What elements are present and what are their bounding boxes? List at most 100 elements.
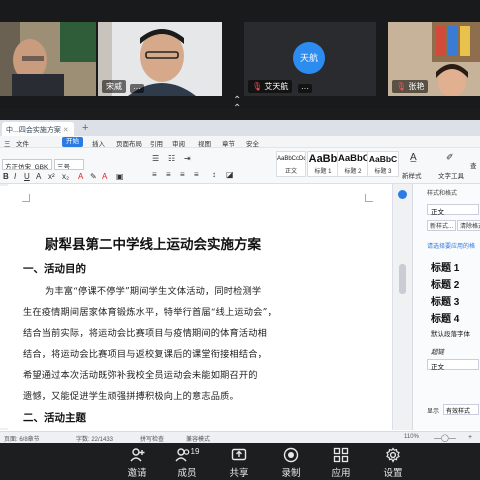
style-list-heading-1[interactable]: 标题 1 (431, 259, 459, 274)
mic-muted-icon: 🎙 (252, 82, 263, 91)
zoom-level[interactable]: 110% (404, 434, 419, 440)
align-left-icon[interactable]: ≡ (152, 170, 157, 179)
underline-icon[interactable]: U (24, 172, 30, 181)
font-size-select[interactable]: 三号 (54, 159, 84, 170)
vertical-scrollbar[interactable] (392, 184, 412, 430)
shading-icon[interactable]: ◪ (226, 170, 234, 179)
font-color-red-icon[interactable]: A (102, 172, 107, 181)
word-count[interactable]: 字数: 22/1433 (76, 434, 113, 443)
meeting-control-bar: 邀请 19 成员 共享 录制 应用 设置 (0, 443, 480, 480)
style-heading-3[interactable]: AaBbC 标题 3 (367, 151, 399, 177)
record-label: 录制 (281, 468, 301, 479)
apps-icon (316, 445, 366, 465)
record-button[interactable]: 录制 (266, 445, 316, 479)
menu-file[interactable]: 文件 (16, 138, 29, 148)
line-spacing-icon[interactable]: ↕ (212, 170, 216, 179)
location-icon[interactable] (398, 190, 407, 199)
align-right-icon[interactable]: ≡ (180, 170, 185, 179)
zoom-in-icon[interactable]: + (468, 434, 472, 441)
menu-security[interactable]: 安全 (246, 138, 259, 148)
menu-view[interactable]: 视图 (198, 138, 211, 148)
style-list-heading-3[interactable]: 标题 3 (431, 293, 459, 308)
document-tab-title: 中...四会实施方案 (6, 127, 61, 134)
menu-page-layout[interactable]: 页面布局 (116, 138, 142, 148)
paragraph-line: 为丰富“停课不停学”期间学生文体活动，同时检测学 (45, 286, 262, 297)
indent-icon[interactable]: ⇥ (184, 154, 191, 163)
font-color-icon[interactable]: A (36, 172, 41, 181)
justify-icon[interactable]: ≡ (194, 170, 199, 179)
highlight-icon[interactable]: ✎ (90, 172, 97, 181)
styles-panel-title: 样式和格式 (427, 191, 458, 197)
italic-icon[interactable]: I (14, 172, 16, 181)
numbered-list-icon[interactable]: ☷ (168, 154, 175, 163)
close-icon[interactable]: ✕ (63, 127, 69, 134)
page-corner-mark (22, 194, 30, 202)
new-style-panel-button[interactable]: 新样式... (427, 220, 457, 231)
current-style-field[interactable]: 正文 (427, 204, 479, 216)
menu-chapter[interactable]: 章节 (222, 138, 235, 148)
style-list-normal[interactable]: 正文 (427, 359, 479, 371)
more-options-icon[interactable]: ··· (298, 84, 312, 93)
new-tab-icon[interactable]: + (82, 122, 88, 134)
settings-button[interactable]: 设置 (368, 445, 418, 479)
new-style-button[interactable]: 新样式 (402, 170, 422, 180)
paragraph-line: 结合当前实际，将运动会比赛项目与疫情期间的体育活动相 (23, 328, 268, 339)
participant-name: 🎙 张艳 (392, 80, 429, 93)
styles-panel: 样式和格式 正文 新样式... 清除格式 请选择要应用的格 标题 1 标题 2 … (412, 184, 480, 430)
new-style-icon[interactable]: A̲ (410, 152, 417, 163)
bullet-list-icon[interactable]: ☰ (152, 154, 159, 163)
share-button[interactable]: 共享 (214, 445, 264, 479)
style-heading-2[interactable]: AaBbC 标题 2 (337, 151, 369, 177)
members-label: 成员 (177, 468, 197, 479)
more-options-icon[interactable]: ··· (130, 84, 144, 93)
style-heading-1[interactable]: AaBb 标题 1 (307, 151, 339, 177)
paragraph-line: 生在疫情期间居家体育锻炼水平，特举行首届“线上运动会”， (23, 307, 277, 318)
section-heading-1: 一、活动目的 (23, 263, 86, 275)
invite-button[interactable]: 邀请 (112, 445, 162, 479)
participant-video-1 (0, 22, 96, 96)
spell-check[interactable]: 拼写检查 (140, 434, 164, 443)
text-effect-icon[interactable]: A (78, 172, 83, 181)
compat-mode: 兼容模式 (186, 437, 211, 443)
scroll-thumb[interactable] (399, 264, 406, 294)
text-tools-icon[interactable]: ✐ (446, 152, 454, 163)
show-label: 显示 (427, 409, 440, 415)
menu-review[interactable]: 审阅 (172, 138, 185, 148)
shared-screen: 中...四会实施方案 ✕ + 三 文件 开始 插入 页面布局 引用 审阅 视图 … (0, 120, 480, 443)
menu-toggle-icon[interactable]: 三 (4, 138, 11, 148)
style-list-default-font[interactable]: 默认段落字体 (431, 328, 470, 338)
font-name-select[interactable]: 方正仿宋_GBK (2, 159, 52, 170)
collapse-chevron-icon[interactable]: ⌃ ⌃ (233, 96, 241, 114)
document-tab[interactable]: 中...四会实施方案 ✕ (2, 122, 74, 136)
settings-label: 设置 (383, 468, 403, 479)
menu-references[interactable]: 引用 (150, 138, 163, 148)
style-list-heading-2[interactable]: 标题 2 (431, 276, 459, 291)
members-button[interactable]: 19 成员 (162, 445, 212, 479)
video-tile-3[interactable]: 天航 🎙 艾天航 ··· (244, 22, 376, 96)
menu-insert[interactable]: 插入 (92, 138, 105, 148)
video-tile-1[interactable] (0, 22, 96, 96)
gear-icon (368, 445, 418, 465)
clear-format-button[interactable]: 清除格式 (457, 220, 480, 231)
mic-muted-icon: 🎙 (396, 82, 407, 91)
style-normal[interactable]: AaBbCcDd 正文 (276, 151, 306, 177)
menu-home[interactable]: 开始 (62, 137, 83, 147)
char-border-icon[interactable]: ▣ (116, 172, 124, 181)
subscript-icon[interactable]: x₂ (62, 172, 69, 181)
style-list-hyperlink[interactable]: 超链 (431, 346, 444, 356)
bold-icon[interactable]: B (3, 172, 9, 181)
apps-button[interactable]: 应用 (316, 445, 366, 479)
show-select[interactable]: 有效样式 (443, 404, 479, 415)
style-list-heading-4[interactable]: 标题 4 (431, 310, 459, 325)
share-label: 共享 (229, 468, 249, 479)
find-button[interactable]: 查 (470, 160, 477, 170)
align-center-icon[interactable]: ≡ (166, 170, 171, 179)
superscript-icon[interactable]: x² (48, 172, 55, 181)
apps-label: 应用 (331, 468, 351, 479)
participant-name: 宋威 (102, 80, 126, 93)
zoom-slider[interactable]: —◯— (434, 434, 456, 442)
video-tile-2[interactable]: 宋威 ··· (98, 22, 222, 96)
video-tile-4[interactable]: 🎙 张艳 (388, 22, 480, 96)
page-indicator[interactable]: 页面: 6/8章节 (4, 434, 40, 443)
text-tools-button[interactable]: 文字工具 (438, 170, 464, 180)
